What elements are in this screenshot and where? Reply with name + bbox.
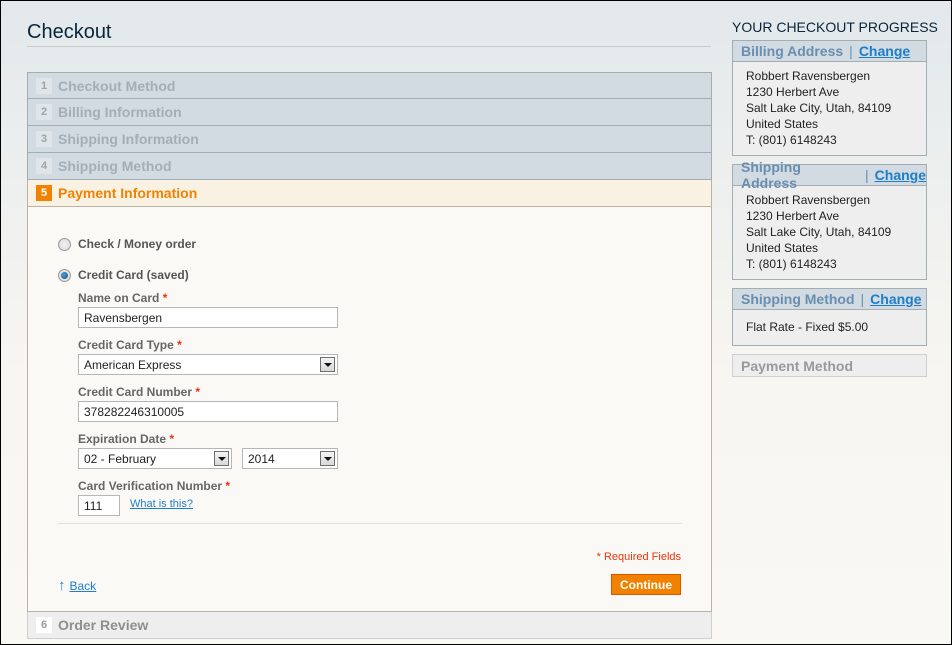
address-line: United States bbox=[746, 117, 819, 131]
chevron-down-icon[interactable] bbox=[320, 357, 335, 372]
page-title: Checkout bbox=[27, 21, 112, 43]
card-number-input[interactable] bbox=[78, 401, 338, 422]
what-is-this-link[interactable]: What is this? bbox=[130, 498, 193, 510]
address-line: T: (801) 6148243 bbox=[746, 257, 837, 271]
back-link[interactable]: ↑ Back bbox=[58, 577, 96, 594]
separator: | bbox=[849, 43, 853, 59]
required-star: * bbox=[225, 479, 231, 493]
separator: | bbox=[865, 167, 869, 183]
required-star: * bbox=[162, 291, 168, 305]
box-title: Shipping Method bbox=[741, 291, 855, 307]
required-star: * bbox=[177, 338, 182, 352]
payment-option-check[interactable]: Check / Money order bbox=[58, 237, 196, 251]
step-billing-information[interactable]: 2 Billing Information bbox=[27, 99, 712, 126]
radio-credit-card[interactable] bbox=[58, 268, 71, 282]
step-order-review: 6 Order Review bbox=[27, 612, 712, 639]
step-number: 4 bbox=[36, 158, 52, 174]
expiration-year-select[interactable]: 2014 bbox=[242, 448, 338, 469]
box-title: Payment Method bbox=[741, 357, 854, 374]
step-checkout-method[interactable]: 1 Checkout Method bbox=[27, 72, 712, 99]
box-content: Robbert Ravensbergen 1230 Herbert Ave Sa… bbox=[733, 62, 926, 155]
box-title: Billing Address bbox=[741, 43, 844, 59]
checkout-progress-sidebar: YOUR CHECKOUT PROGRESS Billing Address |… bbox=[732, 19, 938, 385]
selected-value: American Express bbox=[84, 358, 182, 372]
box-title: Shipping Address bbox=[741, 159, 801, 191]
billing-address-box: Billing Address | Change Robbert Ravensb… bbox=[732, 40, 927, 156]
shipping-address-box: Shipping Address | Change Robbert Ravens… bbox=[732, 159, 927, 280]
box-header: Shipping Address | Change bbox=[733, 159, 926, 191]
change-shipping-link[interactable]: Change bbox=[875, 167, 926, 183]
chevron-down-icon[interactable] bbox=[214, 451, 229, 466]
card-type-label: Credit Card Type * bbox=[78, 338, 182, 352]
continue-button[interactable]: Continue bbox=[611, 574, 681, 595]
back-label[interactable]: Back bbox=[70, 579, 97, 593]
label-text: Credit Card Number bbox=[78, 385, 193, 399]
address-line: 1230 Herbert Ave bbox=[746, 85, 840, 99]
step-label: Shipping Method bbox=[58, 158, 172, 174]
radio-label: Check / Money order bbox=[78, 237, 197, 251]
box-content: Flat Rate - Fixed $5.00 bbox=[733, 310, 926, 345]
label-text: Name on Card bbox=[78, 291, 160, 305]
card-number-label: Credit Card Number * bbox=[78, 385, 200, 399]
address-line: 1230 Herbert Ave bbox=[746, 209, 840, 223]
arrow-up-icon: ↑ bbox=[58, 577, 66, 594]
step-label: Checkout Method bbox=[58, 77, 176, 94]
address-line: United States bbox=[746, 241, 819, 255]
cvv-label: Card Verification Number * bbox=[78, 479, 230, 493]
step-number: 2 bbox=[36, 104, 52, 120]
radio-label: Credit Card (saved) bbox=[78, 268, 189, 282]
address-line: Salt Lake City, Utah, 84109 bbox=[746, 101, 892, 115]
step-shipping-method[interactable]: 4 Shipping Method bbox=[27, 153, 712, 180]
label-text: Card Verification Number bbox=[78, 479, 223, 493]
form-divider bbox=[58, 523, 682, 524]
expiration-month-select[interactable]: 02 - February bbox=[78, 448, 232, 469]
shipping-method-value: Flat Rate - Fixed $5.00 bbox=[746, 320, 869, 334]
step-number: 5 bbox=[36, 185, 52, 201]
card-type-select[interactable]: American Express bbox=[78, 354, 338, 375]
separator: | bbox=[860, 291, 865, 307]
title-divider bbox=[27, 46, 711, 47]
label-text: Expiration Date bbox=[78, 432, 167, 446]
payment-method-box: Payment Method bbox=[732, 354, 927, 377]
selected-value: 2014 bbox=[248, 452, 275, 466]
address-line: Robbert Ravensbergen bbox=[746, 193, 871, 207]
step-number: 6 bbox=[36, 617, 52, 633]
cvv-input[interactable] bbox=[78, 495, 120, 516]
address-line: Robbert Ravensbergen bbox=[746, 69, 871, 83]
sidebar-title: YOUR CHECKOUT PROGRESS bbox=[732, 19, 938, 35]
address-line: Salt Lake City, Utah, 84109 bbox=[746, 225, 892, 239]
step-label: Billing Information bbox=[58, 104, 182, 120]
step-number: 1 bbox=[36, 77, 52, 94]
required-fields-note: * Required Fields bbox=[596, 551, 681, 563]
step-number: 3 bbox=[36, 131, 52, 147]
payment-form: Check / Money order Credit Card (saved) … bbox=[27, 207, 712, 612]
change-billing-link[interactable]: Change bbox=[859, 43, 910, 59]
address-line: T: (801) 6148243 bbox=[746, 133, 837, 147]
box-header: Billing Address | Change bbox=[733, 41, 926, 62]
step-payment-information[interactable]: 5 Payment Information bbox=[27, 180, 712, 207]
checkout-steps: 1 Checkout Method 2 Billing Information … bbox=[27, 72, 712, 639]
label-text: Credit Card Type bbox=[78, 338, 174, 352]
selected-value: 02 - February bbox=[84, 452, 157, 466]
box-content: Robbert Ravensbergen 1230 Herbert Ave Sa… bbox=[733, 186, 926, 279]
expiration-date-label: Expiration Date * bbox=[78, 432, 174, 446]
step-label: Order Review bbox=[58, 617, 149, 633]
name-on-card-input[interactable] bbox=[78, 307, 338, 328]
box-header: Shipping Method | Change bbox=[733, 289, 926, 310]
change-shipping-method-link[interactable]: Change bbox=[870, 291, 921, 307]
step-shipping-information[interactable]: 3 Shipping Information bbox=[27, 126, 712, 153]
step-label: Shipping Information bbox=[58, 131, 199, 147]
name-on-card-label: Name on Card * bbox=[78, 291, 167, 305]
step-label: Payment Information bbox=[58, 185, 198, 201]
box-header: Payment Method bbox=[733, 355, 926, 376]
chevron-down-icon[interactable] bbox=[320, 451, 335, 466]
payment-option-credit-card[interactable]: Credit Card (saved) bbox=[58, 268, 189, 282]
shipping-method-box: Shipping Method | Change Flat Rate - Fix… bbox=[732, 288, 927, 346]
radio-check-money-order[interactable] bbox=[58, 237, 71, 251]
required-star: * bbox=[195, 385, 201, 399]
required-star: * bbox=[169, 432, 175, 446]
